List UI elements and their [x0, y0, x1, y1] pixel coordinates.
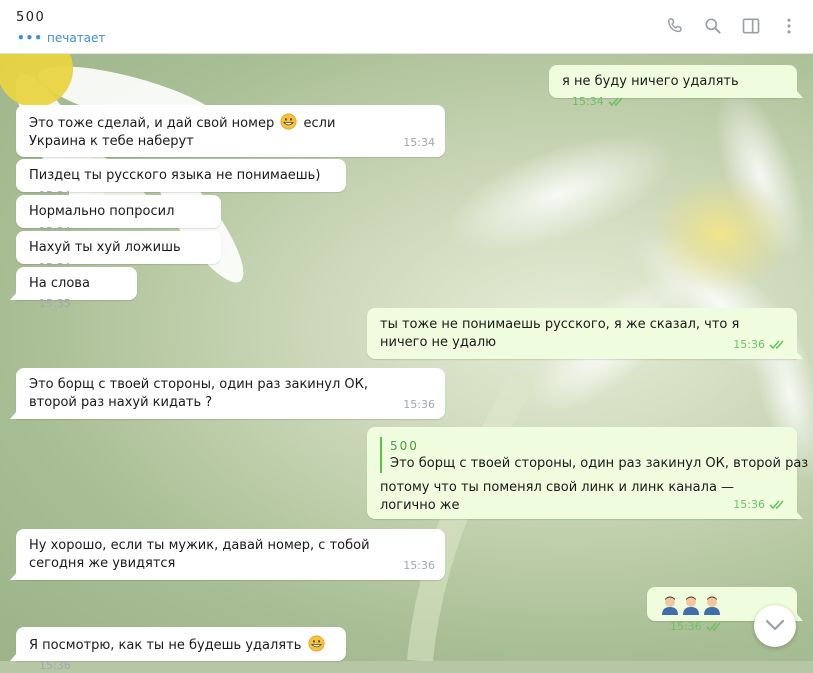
message-incoming[interactable]: Пиздец ты русского языка не понимаешь) 1…	[16, 159, 346, 202]
message-time: 15:34	[403, 136, 435, 149]
message-meta: 15:36	[670, 620, 724, 633]
double-check-icon	[769, 340, 784, 350]
chat-header: 500 ••• печатает	[0, 0, 813, 54]
typing-indicator: •••	[17, 31, 44, 45]
grinning-emoji-icon	[308, 635, 324, 652]
message-time: 15:35	[39, 297, 71, 310]
people-emoji-icon	[662, 596, 720, 615]
message-time: 15:36	[733, 498, 765, 511]
chevron-down-icon	[765, 619, 785, 631]
message-meta: 15:36	[733, 336, 787, 354]
search-icon[interactable]	[703, 16, 723, 36]
message-incoming[interactable]: Нахуй ты хуй ложишь 15:34	[16, 231, 221, 274]
typing-status: ••• печатает	[17, 31, 105, 45]
message-text: На слова	[29, 276, 90, 291]
double-check-icon	[769, 500, 784, 510]
typing-status-text: печатает	[47, 31, 106, 45]
message-text: я не буду ничего удалять	[562, 74, 739, 89]
double-check-icon	[608, 97, 623, 107]
message-time: 15:36	[670, 620, 702, 633]
message-text: потому что ты поменял свой линк и линк к…	[380, 480, 735, 513]
reply-text: Это борщ с твоей стороны, один раз закин…	[390, 456, 813, 471]
message-text: Ну хорошо, если ты мужик, давай номер, с…	[29, 538, 370, 571]
message-incoming[interactable]: На слова 15:35	[10, 267, 137, 310]
message-incoming[interactable]: Это борщ с твоей стороны, один раз закин…	[10, 368, 445, 419]
chat-title[interactable]: 500	[16, 10, 45, 25]
message-incoming[interactable]: Это тоже сделай, и дай свой номер если У…	[16, 105, 445, 157]
message-text: Пиздец ты русского языка не понимаешь)	[29, 168, 321, 183]
message-incoming[interactable]: Я посмотрю, как ты не будешь удалять 15:…	[10, 627, 346, 672]
scroll-to-bottom-button[interactable]	[754, 605, 796, 647]
message-text: Это борщ с твоей стороны, один раз закин…	[29, 377, 368, 410]
message-meta: 15:34	[572, 95, 626, 108]
sidebar-toggle-icon[interactable]	[741, 16, 761, 36]
message-outgoing[interactable]: ты тоже не понимаешь русского, я же сказ…	[367, 308, 803, 359]
message-text: Нормально попросил	[29, 204, 175, 219]
more-vertical-icon[interactable]	[779, 16, 799, 36]
message-time: 15:36	[733, 338, 765, 351]
double-check-icon	[706, 622, 721, 632]
message-outgoing-reply[interactable]: 500 Это борщ с твоей стороны, один раз з…	[367, 427, 813, 519]
message-time: 15:36	[403, 559, 435, 572]
message-time: 15:34	[572, 95, 604, 108]
message-text: Я посмотрю, как ты не будешь удалять	[29, 638, 302, 653]
message-text: ты тоже не понимаешь русского, я же сказ…	[380, 317, 740, 350]
message-text: Это тоже сделай, и дай свой номер	[29, 116, 275, 131]
message-incoming[interactable]: Ну хорошо, если ты мужик, давай номер, с…	[10, 529, 445, 580]
message-time: 15:36	[403, 398, 435, 411]
message-outgoing[interactable]: я не буду ничего удалять 15:34	[549, 65, 803, 108]
phone-icon[interactable]	[665, 16, 685, 36]
grinning-emoji-icon	[280, 113, 297, 130]
reply-quote[interactable]: 500 Это борщ с твоей стороны, один раз з…	[380, 437, 813, 473]
message-meta: 15:36	[733, 496, 787, 514]
message-text: Нахуй ты хуй ложишь	[29, 240, 181, 255]
message-incoming[interactable]: Нормально попросил 15:34	[16, 195, 221, 238]
reply-author: 500	[390, 439, 419, 453]
